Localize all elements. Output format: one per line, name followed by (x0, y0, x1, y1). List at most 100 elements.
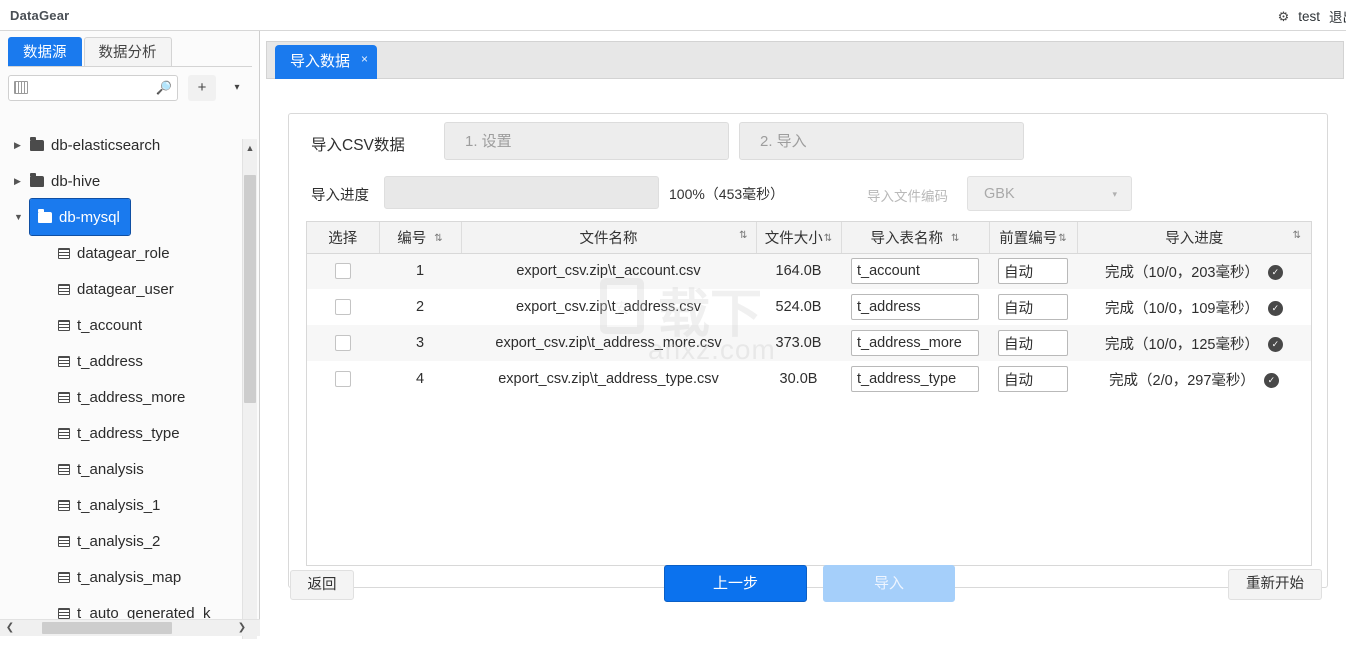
table-icon (58, 463, 70, 475)
tree-node-t_analysis_2[interactable]: t_analysis_2 (0, 523, 260, 559)
tree-node-t_analysis_1[interactable]: t_analysis_1 (0, 487, 260, 523)
target-table-input[interactable] (851, 330, 979, 356)
user-name[interactable]: test (1298, 9, 1320, 24)
chevron-down-icon: ▾ (1112, 189, 1117, 199)
search-icon[interactable]: 🔍 (156, 80, 172, 96)
sidebar-search-row: 🔍 + ▾ (8, 75, 254, 101)
restart-button[interactable]: 重新开始 (1228, 569, 1322, 600)
cell-import-progress: 完成（10/0，203毫秒） ✓ (1077, 253, 1311, 289)
col-pre-number[interactable]: 前置编号⇅ (989, 222, 1078, 254)
tree-node-t_analysis[interactable]: t_analysis (0, 451, 260, 487)
scroll-up-icon[interactable]: ▲ (244, 141, 256, 155)
cell-number: 3 (415, 335, 425, 351)
sidebar-horizontal-scrollbar[interactable]: ❮ ❯ (0, 619, 260, 636)
search-input[interactable]: 🔍 (8, 75, 178, 101)
chevron-right-icon[interactable]: ▶ (14, 140, 30, 151)
more-menu-button[interactable]: ▾ (226, 75, 248, 101)
sort-icon[interactable]: ⇅ (951, 233, 959, 244)
encoding-label: 导入文件编码 (867, 189, 948, 204)
back-button[interactable]: 返回 (290, 570, 354, 600)
workspace-tab-import-data[interactable]: 导入数据 × (276, 46, 377, 78)
col-import-progress[interactable]: 导入进度 ⇅ (1077, 222, 1311, 254)
tree-node-label: t_analysis (77, 460, 144, 478)
folder-icon (30, 172, 44, 187)
cell-filesize: 524.0B (775, 299, 822, 315)
sort-icon[interactable]: ⇅ (824, 233, 832, 244)
tree-node-datagear_role[interactable]: datagear_role (0, 235, 260, 271)
row-checkbox[interactable] (335, 263, 351, 280)
table-icon (58, 535, 70, 547)
table-icon (58, 607, 70, 619)
scrollbar-thumb[interactable] (42, 622, 172, 634)
scroll-right-icon[interactable]: ❯ (235, 621, 249, 635)
progress-value: 完成（2/0，297毫秒） (1109, 372, 1255, 389)
cell-pre-number (989, 253, 1077, 289)
tree-node-label: db-elasticsearch (51, 136, 161, 154)
cell-number: 2 (415, 299, 425, 315)
tree-node-t_address_type[interactable]: t_address_type (0, 415, 260, 451)
col-filename[interactable]: 文件名称 ⇅ (461, 222, 757, 254)
encoding-select[interactable]: GBK ▾ (967, 176, 1132, 211)
tree-node-label: t_analysis_1 (77, 496, 161, 514)
target-table-input[interactable] (851, 366, 979, 392)
pre-number-input[interactable] (998, 258, 1068, 285)
tree-node-db-hive[interactable]: ▶ db-hive (0, 163, 260, 199)
table-icon (58, 247, 70, 259)
col-target-table[interactable]: 导入表名称 ⇅ (841, 222, 990, 254)
tree-node-label: t_analysis_map (77, 568, 182, 586)
col-filesize[interactable]: 文件大小⇅ (756, 222, 842, 254)
sort-icon[interactable]: ⇅ (1058, 233, 1066, 244)
step-1-settings[interactable]: 1. 设置 (444, 122, 729, 160)
workspace: 导入数据 × 导入CSV数据 1. 设置 2. 导入 导入进度 100%（453… (261, 31, 1346, 636)
previous-step-button[interactable]: 上一步 (664, 565, 807, 602)
import-button[interactable]: 导入 (823, 565, 955, 602)
tree-node-label: datagear_role (77, 244, 170, 262)
tree-node-t_analysis_map[interactable]: t_analysis_map (0, 559, 260, 595)
tree-node-db-mysql[interactable]: db-mysql (29, 198, 131, 236)
col-number[interactable]: 编号 ⇅ (379, 222, 462, 254)
cell-target-table (841, 325, 989, 361)
sidebar-vertical-scrollbar[interactable]: ▲ ▼ (242, 139, 257, 639)
tree-node-label: t_analysis_2 (77, 532, 161, 550)
cell-filesize: 164.0B (775, 263, 822, 280)
target-table-input[interactable] (851, 258, 979, 285)
tab-datasource[interactable]: 数据源 (8, 37, 82, 66)
target-table-input[interactable] (851, 294, 979, 320)
tree-node-db-elasticsearch[interactable]: ▶ db-elasticsearch (0, 127, 260, 163)
cell-filename: export_csv.zip\t_address.csv (515, 299, 702, 315)
table-icon (58, 427, 70, 439)
step-2-import[interactable]: 2. 导入 (739, 122, 1024, 160)
add-datasource-button[interactable]: + (188, 75, 216, 101)
logout-link[interactable]: 退出 (1329, 6, 1346, 26)
check-circle-icon: ✓ (1267, 265, 1283, 281)
tree-node-datagear_user[interactable]: datagear_user (0, 271, 260, 307)
tab-data-analysis[interactable]: 数据分析 (83, 37, 172, 66)
col-select[interactable]: 选择 (307, 222, 380, 254)
col-label: 选择 (328, 230, 358, 247)
gear-icon[interactable]: ⚙ (1278, 10, 1290, 23)
progress-row: 导入进度 100%（453毫秒） 导入文件编码 GBK ▾ (289, 170, 1329, 222)
sort-icon[interactable]: ⇅ (1293, 230, 1301, 241)
row-checkbox[interactable] (335, 335, 351, 352)
tree-node-t_address_more[interactable]: t_address_more (0, 379, 260, 415)
tree-node-t_address[interactable]: t_address (0, 343, 260, 379)
sort-icon[interactable]: ⇅ (434, 233, 442, 244)
app-brand: DataGear (10, 8, 70, 23)
workspace-tab-label: 导入数据 (290, 53, 351, 70)
chevron-down-icon[interactable]: ▼ (14, 212, 30, 222)
cell-pre-number (989, 289, 1077, 325)
tree-node-t_account[interactable]: t_account (0, 307, 260, 343)
tree-node-label: t_address (77, 352, 143, 370)
pre-number-input[interactable] (998, 330, 1068, 356)
scroll-left-icon[interactable]: ❮ (3, 621, 17, 635)
progress-label: 导入进度 (311, 188, 369, 204)
row-checkbox[interactable] (335, 299, 351, 316)
pre-number-input[interactable] (998, 366, 1068, 392)
tree-node-label: t_address_more (77, 388, 186, 406)
scrollbar-thumb[interactable] (244, 175, 256, 403)
sort-icon[interactable]: ⇅ (739, 230, 747, 241)
close-icon[interactable]: × (361, 49, 368, 69)
chevron-right-icon[interactable]: ▶ (14, 176, 30, 187)
row-checkbox[interactable] (335, 371, 351, 388)
pre-number-input[interactable] (998, 294, 1068, 320)
